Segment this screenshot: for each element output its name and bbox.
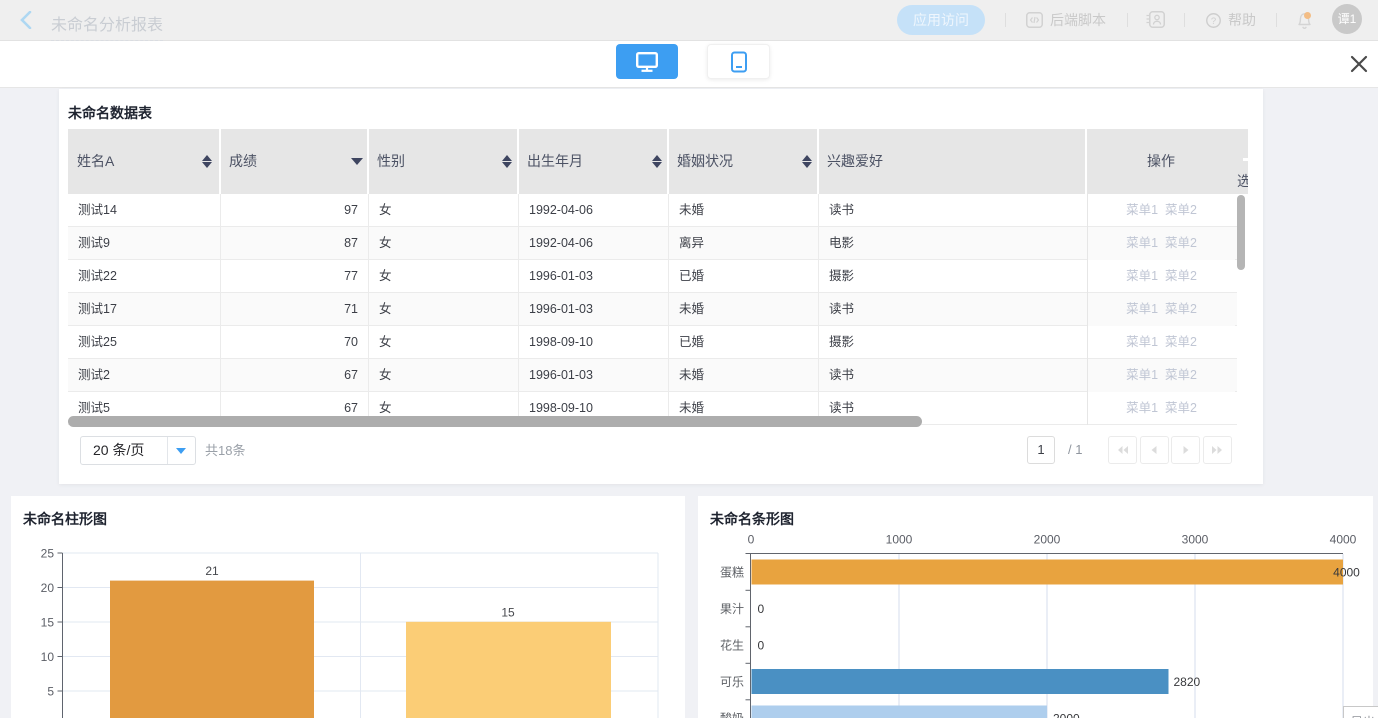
svg-text:果汁: 果汁 <box>720 602 744 616</box>
svg-text:3000: 3000 <box>1182 532 1209 546</box>
svg-text:蛋糕: 蛋糕 <box>720 566 744 580</box>
svg-text:2000: 2000 <box>1053 711 1080 718</box>
svg-text:15: 15 <box>41 615 55 629</box>
svg-text:可乐: 可乐 <box>720 675 744 689</box>
svg-text:酸奶: 酸奶 <box>720 711 744 718</box>
svg-text:15: 15 <box>501 605 515 619</box>
svg-text:4000: 4000 <box>1330 532 1357 546</box>
svg-text:0: 0 <box>748 532 755 546</box>
svg-text:10: 10 <box>41 650 55 664</box>
svg-text:2000: 2000 <box>1034 532 1061 546</box>
svg-text:4000: 4000 <box>1333 565 1360 579</box>
svg-text:5: 5 <box>47 684 54 698</box>
svg-text:花生: 花生 <box>720 638 744 653</box>
svg-text:2820: 2820 <box>1174 675 1201 689</box>
svg-text:0: 0 <box>758 639 765 653</box>
svg-text:25: 25 <box>41 546 55 560</box>
svg-text:21: 21 <box>205 564 219 578</box>
svg-text:0: 0 <box>758 602 765 616</box>
svg-text:?: ? <box>1211 16 1216 27</box>
svg-text:1000: 1000 <box>886 532 913 546</box>
svg-text:20: 20 <box>41 581 55 595</box>
